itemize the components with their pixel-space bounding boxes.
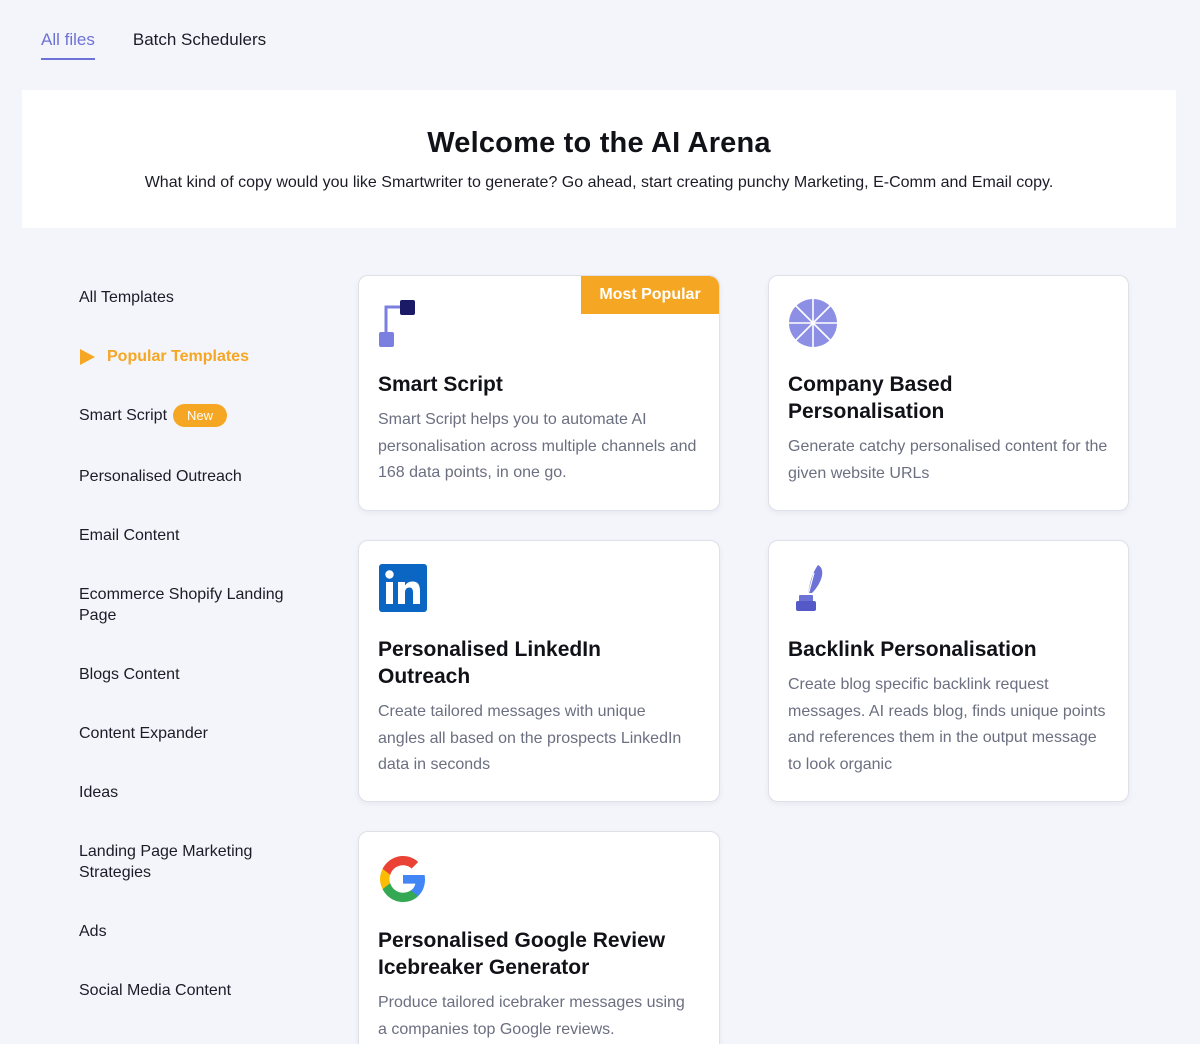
top-tabs: All files Batch Schedulers <box>41 30 266 60</box>
sidebar-item-ideas[interactable]: Ideas <box>79 782 319 803</box>
linkedin-icon <box>379 564 427 612</box>
template-card-google-review-icebreaker[interactable]: Personalised Google Review Icebreaker Ge… <box>358 831 720 1044</box>
card-title: Smart Script <box>378 373 503 396</box>
sidebar-item-email-content[interactable]: Email Content <box>79 525 319 546</box>
sidebar-item-label: Social Media Content <box>79 982 232 999</box>
sidebar-item-ecommerce-shopify[interactable]: Ecommerce Shopify Landing Page <box>79 584 309 626</box>
page-subtitle: What kind of copy would you like Smartwr… <box>144 174 1054 191</box>
sidebar-item-label: All Templates <box>79 289 174 306</box>
sidebar-item-ads[interactable]: Ads <box>79 921 319 942</box>
card-description: Produce tailored icebraker messages usin… <box>378 994 685 1038</box>
card-title: Company Based Personalisation <box>788 373 953 423</box>
template-card-smart-script[interactable]: Most Popular Smart Script Smart Script h… <box>358 275 720 511</box>
sidebar-item-label: Smart Script <box>79 407 168 424</box>
tab-all-files[interactable]: All files <box>41 30 95 60</box>
sidebar-item-content-expander[interactable]: Content Expander <box>79 723 319 744</box>
template-card-company-personalisation[interactable]: Company Based Personalisation Generate c… <box>768 275 1129 511</box>
tab-batch-schedulers[interactable]: Batch Schedulers <box>133 30 266 60</box>
sidebar-item-label: Personalised Outreach <box>79 468 242 485</box>
card-description: Smart Script helps you to automate AI pe… <box>378 411 697 481</box>
card-title: Personalised Google Review Icebreaker Ge… <box>378 929 666 979</box>
company-wheel-icon <box>789 299 837 347</box>
sidebar-item-label: Content Expander <box>79 725 208 742</box>
google-icon <box>380 856 425 902</box>
sidebar-item-smart-script[interactable]: Smart Script New <box>79 404 319 427</box>
sidebar-item-popular-templates[interactable]: Popular Templates <box>79 346 319 367</box>
play-icon <box>80 349 95 365</box>
card-description: Create blog specific backlink request me… <box>788 676 1106 773</box>
card-description: Generate catchy personalised content for… <box>788 438 1108 482</box>
sidebar-item-label: Popular Templates <box>107 348 249 365</box>
card-description: Create tailored messages with unique ang… <box>378 703 682 773</box>
most-popular-ribbon: Most Popular <box>581 276 719 314</box>
sidebar-item-social-media-content[interactable]: Social Media Content <box>79 980 319 1001</box>
welcome-banner: Welcome to the AI Arena What kind of cop… <box>22 90 1176 228</box>
sidebar-item-landing-page-marketing[interactable]: Landing Page Marketing Strategies <box>79 841 279 883</box>
sidebar-item-personalised-outreach[interactable]: Personalised Outreach <box>79 466 319 487</box>
new-badge: New <box>173 404 228 427</box>
sidebar-item-blogs-content[interactable]: Blogs Content <box>79 664 319 685</box>
card-title: Personalised LinkedIn Outreach <box>378 638 601 688</box>
sidebar-item-label: Email Content <box>79 527 180 544</box>
sidebar-item-label: Blogs Content <box>79 666 180 683</box>
template-card-backlink-personalisation[interactable]: Backlink Personalisation Create blog spe… <box>768 540 1129 802</box>
template-card-linkedin-outreach[interactable]: Personalised LinkedIn Outreach Create ta… <box>358 540 720 802</box>
quill-ink-icon <box>796 565 823 611</box>
sidebar-item-label: Ideas <box>79 784 119 801</box>
card-title: Backlink Personalisation <box>788 638 1037 661</box>
sidebar-item-label: Ecommerce Shopify Landing Page <box>79 586 284 624</box>
sidebar-item-label: Ads <box>79 923 107 940</box>
sidebar-item-all-templates[interactable]: All Templates <box>79 287 319 308</box>
smart-script-icon <box>379 300 415 347</box>
sidebar-item-label: Landing Page Marketing Strategies <box>79 843 253 881</box>
page-title: Welcome to the AI Arena <box>427 127 771 159</box>
